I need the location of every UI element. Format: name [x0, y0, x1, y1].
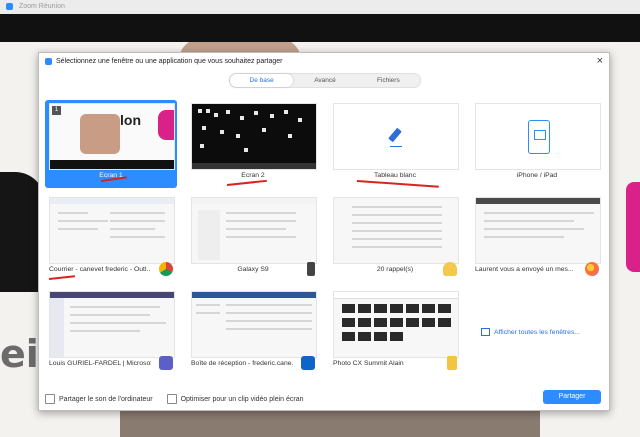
window-thumbnail [333, 291, 459, 358]
window-thumbnail [49, 197, 175, 264]
tile-label-boite-reception: Boîte de réception - frederic.cane... [191, 360, 293, 367]
tab-advanced[interactable]: Avancé [293, 74, 356, 87]
tile-label-louis-guriel: Louis GURIEL-FARDEL | Microsoft... [49, 360, 151, 367]
screen-1-thumbnail: 1 lon [49, 103, 175, 170]
share-sound-option[interactable]: Partager le son de l'ordinateur [45, 394, 153, 404]
share-tabs: De base Avancé Fichiers [229, 73, 421, 88]
show-all-windows-link[interactable]: Afficher toutes les fenêtres... [481, 328, 580, 336]
zoom-window-title: Zoom Réunion [18, 3, 65, 10]
window-thumbnail [475, 197, 601, 264]
share-tile-photo-cx-summit[interactable]: Photo CX Summit Alain [329, 288, 461, 376]
phone-icon [307, 262, 315, 276]
share-tile-iphone-ipad[interactable]: iPhone / iPad [471, 100, 603, 188]
meeting-top-bar [0, 14, 640, 42]
share-tile-screen-2[interactable]: Écran 2 [187, 100, 319, 188]
share-screen-dialog: Sélectionnez une fenêtre ou une applicat… [38, 52, 610, 411]
share-sound-label: Partager le son de l'ordinateur [59, 395, 153, 403]
pen-underline-decor [390, 146, 402, 148]
tab-basic[interactable]: De base [230, 74, 294, 87]
share-tile-screen-1[interactable]: 1 lon Écran 1 [45, 100, 177, 188]
share-tile-rappels[interactable]: 20 rappel(s) [329, 194, 461, 282]
screen-number-badge: 1 [52, 106, 61, 115]
bell-icon [443, 262, 457, 276]
annotation-underline [48, 275, 75, 280]
share-tile-laurent-message[interactable]: Laurent vous a envoyé un mes... [471, 194, 603, 282]
tile-label-courrier: Courrier - canevet frederic - Outl... [49, 266, 151, 273]
tile-label-whiteboard: Tableau blanc [374, 172, 416, 179]
tab-files[interactable]: Fichiers [357, 74, 420, 87]
ipad-thumbnail [475, 103, 601, 170]
show-all-windows-label: Afficher toutes les fenêtres... [494, 328, 581, 336]
zoom-window-titlebar: Zoom Réunion [0, 0, 640, 14]
share-tile-show-all-windows[interactable]: Afficher toutes les fenêtres... [471, 288, 603, 376]
tile-label-rappels: 20 rappel(s) [376, 266, 414, 273]
share-tile-courrier[interactable]: Courrier - canevet frederic - Outl... [45, 194, 177, 282]
windows-icon [481, 328, 490, 336]
tile-label-galaxy-s9: Galaxy S9 [237, 266, 269, 273]
folder-icon [447, 356, 457, 370]
dialog-footer: Partager le son de l'ordinateur Optimise… [45, 394, 304, 404]
outlook-icon [301, 356, 315, 370]
tile-label-screen-2: Écran 2 [241, 172, 265, 179]
share-tile-galaxy-s9[interactable]: Galaxy S9 [187, 194, 319, 282]
optimize-video-checkbox[interactable] [166, 394, 177, 404]
close-icon[interactable]: × [597, 55, 603, 67]
window-thumbnail [191, 197, 317, 264]
tile-label-photo-cx-summit: Photo CX Summit Alain [333, 360, 404, 367]
annotation-underline [356, 180, 439, 188]
screen-2-thumbnail [191, 103, 317, 170]
chrome-icon [159, 262, 173, 276]
zoom-app-icon [45, 58, 52, 65]
share-tile-boite-reception[interactable]: Boîte de réception - frederic.cane... [187, 288, 319, 376]
zoom-logo-icon [6, 2, 13, 10]
share-sound-checkbox[interactable] [45, 394, 55, 404]
pen-icon [388, 127, 402, 143]
tile-label-laurent-message: Laurent vous a envoyé un mes... [475, 266, 574, 273]
window-thumbnail [191, 291, 317, 358]
tile-label-iphone-ipad: iPhone / iPad [516, 172, 558, 179]
share-tile-louis-guriel[interactable]: Louis GURIEL-FARDEL | Microsoft... [45, 288, 177, 376]
firefox-icon [585, 262, 599, 276]
background-pink-shape [626, 182, 640, 272]
dialog-title-bar: Sélectionnez une fenêtre ou une applicat… [45, 58, 283, 65]
window-thumbnail [49, 291, 175, 358]
dialog-title: Sélectionnez une fenêtre ou une applicat… [56, 58, 283, 65]
share-tile-whiteboard[interactable]: Tableau blanc [329, 100, 461, 188]
optimize-video-option[interactable]: Optimiser pour un clip vidéo plein écran [166, 394, 304, 404]
window-thumbnail [333, 197, 459, 264]
optimize-video-label: Optimiser pour un clip vidéo plein écran [180, 395, 304, 403]
ipad-airplay-icon [528, 120, 550, 154]
teams-icon [159, 356, 173, 370]
annotation-underline [226, 179, 267, 186]
share-button[interactable]: Partager [543, 390, 601, 404]
whiteboard-thumbnail [333, 103, 459, 170]
